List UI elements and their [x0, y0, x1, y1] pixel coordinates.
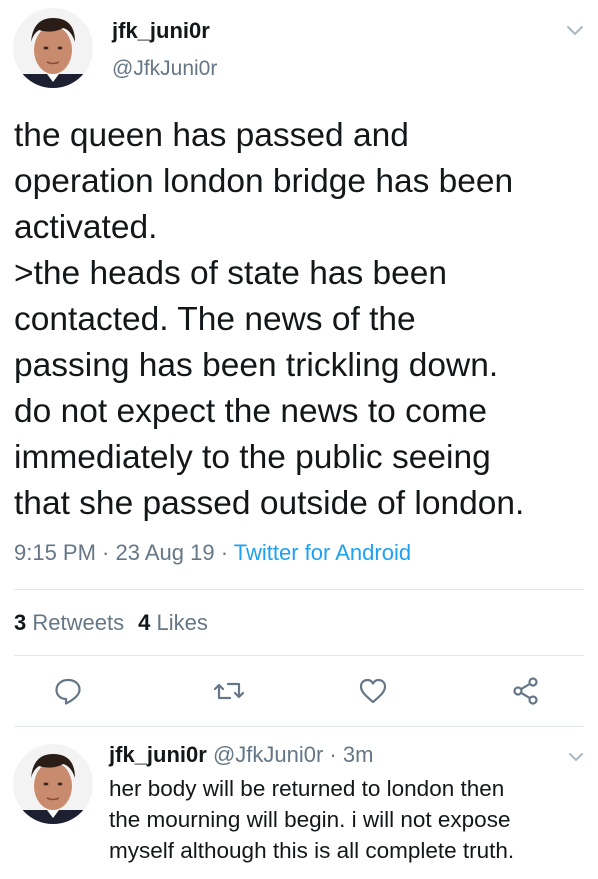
- tweet-meta: 9:15 PM · 23 Aug 19 · Twitter for Androi…: [14, 540, 411, 566]
- author-handle[interactable]: @JfkJuni0r: [112, 57, 217, 81]
- author-avatar[interactable]: [13, 8, 93, 88]
- tweet-time[interactable]: 9:15 PM: [14, 540, 96, 565]
- reply-text: her body will be returned to london then…: [109, 773, 589, 866]
- retweets-count: 3: [14, 610, 27, 635]
- retweets-stat[interactable]: 3 Retweets: [14, 610, 124, 635]
- chevron-down-icon[interactable]: [566, 24, 584, 36]
- chevron-down-icon[interactable]: [568, 750, 584, 761]
- tweet-text-line: operation london bridge has been: [14, 163, 514, 200]
- likes-label: Likes: [156, 610, 208, 635]
- like-icon[interactable]: [358, 676, 388, 706]
- likes-count: 4: [138, 610, 151, 635]
- author-name[interactable]: jfk_juni0r: [112, 18, 210, 44]
- divider: [14, 589, 584, 590]
- tweet-text-line: passing has been trickling down.: [14, 347, 499, 384]
- reply-time[interactable]: 3m: [343, 742, 374, 767]
- tweet-text-line: do not expect the news to come: [14, 393, 488, 430]
- meta-separator: ·: [214, 540, 234, 565]
- tweet-text-line: immediately to the public seeing: [14, 439, 491, 476]
- reply-icon[interactable]: [53, 676, 83, 706]
- reply-text-line: the mourning will begin. i will not expo…: [109, 807, 511, 832]
- divider: [14, 655, 584, 656]
- retweet-icon[interactable]: [214, 676, 244, 706]
- divider: [14, 726, 584, 727]
- reply-author-handle[interactable]: @JfkJuni0r: [213, 742, 323, 767]
- reply-author-avatar[interactable]: [13, 744, 93, 824]
- share-icon[interactable]: [511, 676, 541, 706]
- tweet-text-line: activated.: [14, 209, 158, 246]
- tweet-text-line: >the heads of state has been: [14, 255, 448, 292]
- likes-stat[interactable]: 4 Likes: [138, 610, 208, 635]
- reply-header: jfk_juni0r @JfkJuni0r · 3m: [109, 742, 373, 768]
- tweet-text-line: the queen has passed and: [14, 117, 409, 154]
- retweets-label: Retweets: [32, 610, 125, 635]
- reply-text-line: her body will be returned to london then: [109, 776, 505, 801]
- tweet-text: the queen has passed and operation londo…: [14, 113, 589, 527]
- tweet-text-line: that she passed outside of london.: [14, 485, 525, 522]
- reply-author-name[interactable]: jfk_juni0r: [109, 742, 207, 767]
- meta-separator: ·: [95, 540, 116, 565]
- tweet-stats: 3 Retweets 4 Likes: [14, 610, 208, 636]
- tweet-date[interactable]: 23 Aug 19: [116, 540, 215, 565]
- meta-separator: ·: [323, 742, 343, 767]
- reply-text-line: myself although this is all complete tru…: [109, 838, 515, 863]
- tweet-source[interactable]: Twitter for Android: [234, 540, 411, 565]
- tweet-text-line: contacted. The news of the: [14, 301, 416, 338]
